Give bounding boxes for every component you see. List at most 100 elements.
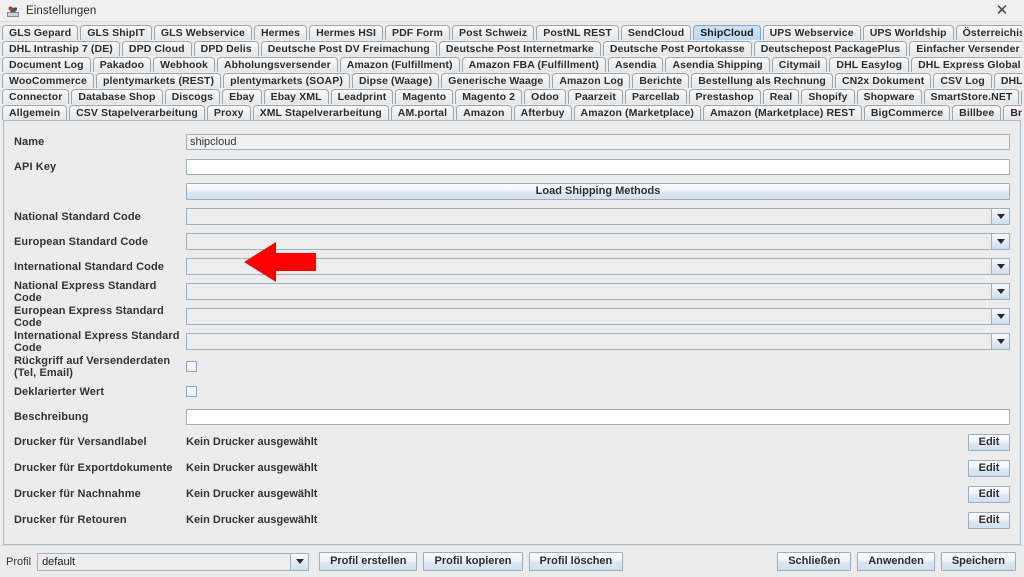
tab-ups-worldship[interactable]: UPS Worldship (862, 25, 954, 40)
international-express-standard-code-select[interactable] (186, 333, 1010, 350)
tab-plentymarkets-rest[interactable]: plentymarkets (REST) (95, 73, 222, 88)
tab-berichte[interactable]: Berichte (632, 73, 690, 88)
tab-hermes-hsi[interactable]: Hermes HSI (309, 25, 384, 40)
chevron-down-icon[interactable] (991, 334, 1009, 349)
national-express-standard-code-select[interactable] (186, 283, 1010, 300)
tab-trackingportal[interactable]: Trackingportal (1021, 89, 1022, 104)
chevron-down-icon[interactable] (991, 209, 1009, 224)
tab-magento[interactable]: Magento (395, 89, 454, 104)
tab-citymail[interactable]: Citymail (771, 57, 828, 72)
tab-billbee[interactable]: Billbee (952, 105, 1002, 120)
tab-dipse-waage[interactable]: Dipse (Waage) (351, 73, 440, 88)
tab-amazon-fulfillment[interactable]: Amazon (Fulfillment) (339, 57, 460, 72)
tab-dhl-retoure[interactable]: DHL Retoure (993, 73, 1022, 88)
tab-discogs[interactable]: Discogs (164, 89, 221, 104)
tab-dhl-intraship-7-de[interactable]: DHL Intraship 7 (DE) (2, 41, 120, 56)
tab-deutsche-post-portokasse[interactable]: Deutsche Post Portokasse (602, 41, 752, 56)
tab-deutschepost-packageplus[interactable]: Deutschepost PackagePlus (753, 41, 908, 56)
tab-dpd-delis[interactable]: DPD Delis (193, 41, 259, 56)
chevron-down-icon[interactable] (991, 259, 1009, 274)
tab-gls-gepard[interactable]: GLS Gepard (2, 25, 79, 40)
edit-printer-button[interactable]: Edit (968, 433, 1010, 451)
tab-einfacher-versender[interactable]: Einfacher Versender (909, 41, 1022, 56)
tab-document-log[interactable]: Document Log (2, 57, 91, 72)
tab-shopify[interactable]: Shopify (801, 89, 855, 104)
tab-csv-stapelverarbeitung[interactable]: CSV Stapelverarbeitung (69, 105, 205, 120)
tab-csv-log[interactable]: CSV Log (933, 73, 992, 88)
tab-dhl-express-global-ws[interactable]: DHL Express Global WS (911, 57, 1022, 72)
tab-hermes[interactable]: Hermes (253, 25, 308, 40)
tab-deutsche-post-internetmarke[interactable]: Deutsche Post Internetmarke (438, 41, 601, 56)
delete-profile-button[interactable]: Profil löschen (528, 552, 624, 571)
tab-woocommerce[interactable]: WooCommerce (2, 73, 94, 88)
tab-pdf-form[interactable]: PDF Form (385, 25, 450, 40)
tab-connector[interactable]: Connector (2, 89, 70, 104)
tab-abholungsversender[interactable]: Abholungsversender (216, 57, 338, 72)
tab-bigcommerce[interactable]: BigCommerce (863, 105, 951, 120)
close-icon[interactable]: ✕ (980, 0, 1024, 21)
apply-button[interactable]: Anwenden (857, 552, 935, 571)
edit-printer-button[interactable]: Edit (968, 511, 1010, 529)
tab-amazon-log[interactable]: Amazon Log (552, 73, 631, 88)
close-button[interactable]: Schließen (777, 552, 852, 571)
tab-real[interactable]: Real (762, 89, 800, 104)
european-express-standard-code-select[interactable] (186, 308, 1010, 325)
create-profile-button[interactable]: Profil erstellen (319, 552, 418, 571)
tab-amazon-marketplace-rest[interactable]: Amazon (Marketplace) REST (703, 105, 862, 120)
tab-asendia-shipping[interactable]: Asendia Shipping (665, 57, 770, 72)
tab-plentymarkets-soap[interactable]: plentymarkets (SOAP) (223, 73, 350, 88)
tab-proxy[interactable]: Proxy (206, 105, 251, 120)
tab-ebay[interactable]: Ebay (222, 89, 262, 104)
edit-printer-button[interactable]: Edit (968, 459, 1010, 477)
chevron-down-icon[interactable] (991, 309, 1009, 324)
tab-amazon[interactable]: Amazon (456, 105, 512, 120)
tab-sendcloud[interactable]: SendCloud (620, 25, 692, 40)
tab-webhook[interactable]: Webhook (153, 57, 215, 72)
tab-am-portal[interactable]: AM.portal (390, 105, 455, 120)
tab-bestellung-als-rechnung[interactable]: Bestellung als Rechnung (691, 73, 833, 88)
tab-cn2x-dokument[interactable]: CN2x Dokument (834, 73, 932, 88)
tab-ebay-xml[interactable]: Ebay XML (263, 89, 329, 104)
tab-sterreichische-post[interactable]: Österreichische Post (955, 25, 1022, 40)
edit-printer-button[interactable]: Edit (968, 485, 1010, 503)
tab-ups-webservice[interactable]: UPS Webservice (762, 25, 861, 40)
tab-gls-shipit[interactable]: GLS ShipIT (80, 25, 152, 40)
description-input[interactable] (186, 408, 1010, 425)
chevron-down-icon[interactable] (991, 284, 1009, 299)
tab-post-schweiz[interactable]: Post Schweiz (451, 25, 535, 40)
tab-database-shop[interactable]: Database Shop (71, 89, 163, 104)
european-standard-code-select[interactable] (186, 233, 1010, 250)
tab-shopware[interactable]: Shopware (856, 89, 922, 104)
tab-afterbuy[interactable]: Afterbuy (513, 105, 572, 120)
tab-odoo[interactable]: Odoo (524, 89, 566, 104)
api-key-input[interactable] (186, 158, 1010, 175)
tab-leadprint[interactable]: Leadprint (330, 89, 394, 104)
tab-dpd-cloud[interactable]: DPD Cloud (121, 41, 192, 56)
tab-amazon-fba-fulfillment[interactable]: Amazon FBA (Fulfillment) (461, 57, 606, 72)
tab-pakadoo[interactable]: Pakadoo (92, 57, 152, 72)
name-input[interactable] (186, 133, 1010, 150)
tab-paarzeit[interactable]: Paarzeit (567, 89, 623, 104)
r-ckgriff-auf-versenderdaten-tel-email-checkbox[interactable] (186, 361, 197, 372)
tab-prestashop[interactable]: Prestashop (688, 89, 761, 104)
tab-bricklink[interactable]: Bricklink (1003, 105, 1022, 120)
tab-magento-2[interactable]: Magento 2 (455, 89, 523, 104)
tab-smartstore-net[interactable]: SmartStore.NET (923, 89, 1020, 104)
tab-asendia[interactable]: Asendia (607, 57, 664, 72)
tab-xml-stapelverarbeitung[interactable]: XML Stapelverarbeitung (252, 105, 389, 120)
tab-gls-webservice[interactable]: GLS Webservice (153, 25, 252, 40)
tab-generische-waage[interactable]: Generische Waage (441, 73, 551, 88)
tab-amazon-marketplace[interactable]: Amazon (Marketplace) (573, 105, 701, 120)
tab-postnl-rest[interactable]: PostNL REST (536, 25, 619, 40)
national-standard-code-select[interactable] (186, 208, 1010, 225)
chevron-down-icon[interactable] (290, 553, 309, 570)
chevron-down-icon[interactable] (991, 234, 1009, 249)
deklarierter-wert-checkbox[interactable] (186, 386, 197, 397)
copy-profile-button[interactable]: Profil kopieren (423, 552, 523, 571)
profil-select[interactable]: default (37, 552, 310, 571)
tab-deutsche-post-dv-freimachung[interactable]: Deutsche Post DV Freimachung (260, 41, 437, 56)
tab-parcellab[interactable]: Parcellab (624, 89, 687, 104)
tab-allgemein[interactable]: Allgemein (2, 105, 68, 120)
tab-shipcloud[interactable]: ShipCloud (693, 25, 761, 40)
load-shipping-methods-button[interactable]: Load Shipping Methods (186, 183, 1010, 200)
